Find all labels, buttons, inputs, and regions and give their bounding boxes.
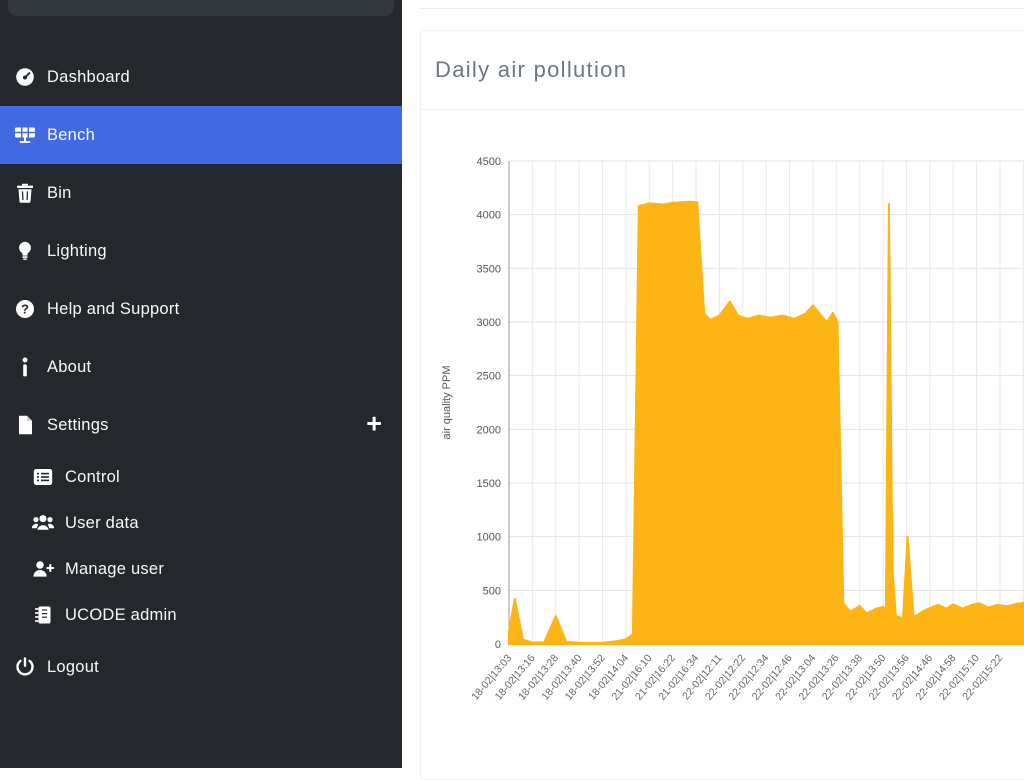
sidebar-item-ucode-admin[interactable]: UCODE admin: [0, 592, 402, 638]
sidebar-item-help[interactable]: ? Help and Support: [0, 280, 402, 338]
sidebar-item-label: Manage user: [65, 560, 164, 579]
gauge-icon: [10, 67, 40, 87]
svg-text:3500: 3500: [477, 263, 501, 275]
sidebar: Dashboard Bench Bin Lighting ? Help and …: [0, 0, 402, 768]
sidebar-item-label: About: [47, 358, 91, 377]
svg-text:0: 0: [495, 639, 501, 651]
svg-text:2500: 2500: [477, 371, 501, 383]
users-icon: [28, 513, 58, 533]
sidebar-item-logout[interactable]: Logout: [0, 638, 402, 696]
sidebar-item-label: Bench: [47, 126, 95, 145]
sidebar-item-label: Control: [65, 468, 120, 487]
svg-text:500: 500: [483, 585, 501, 597]
expand-plus-icon[interactable]: +: [366, 410, 382, 437]
svg-text:2000: 2000: [477, 424, 501, 436]
trash-icon: [10, 183, 40, 203]
sidebar-item-manage-user[interactable]: Manage user: [0, 546, 402, 592]
main-content: Daily air pollution 0 500 1000 1500 2000 2500…: [402, 0, 1024, 768]
sidebar-item-label: User data: [65, 514, 139, 533]
svg-text:3000: 3000: [477, 317, 501, 329]
sidebar-item-bin[interactable]: Bin: [0, 164, 402, 222]
sidebar-item-lighting[interactable]: Lighting: [0, 222, 402, 280]
power-icon: [10, 657, 40, 677]
file-icon: [10, 415, 40, 435]
sidebar-item-label: Bin: [47, 184, 72, 203]
svg-text:1500: 1500: [477, 478, 501, 490]
svg-text:4000: 4000: [477, 210, 501, 222]
svg-text:1000: 1000: [477, 532, 501, 544]
topbar-divider: [420, 0, 1024, 9]
info-icon: [10, 357, 40, 377]
pollution-chart[interactable]: 05001000150020002500300035004000450018-0…: [430, 120, 1024, 768]
sidebar-item-user-data[interactable]: User data: [0, 500, 402, 546]
sidebar-item-control[interactable]: Control: [0, 454, 402, 500]
solar-panel-icon: [10, 125, 40, 145]
sidebar-item-label: Dashboard: [47, 68, 130, 87]
sidebar-item-label: Settings: [47, 416, 109, 435]
sidebar-item-about[interactable]: About: [0, 338, 402, 396]
help-icon: ?: [10, 299, 40, 319]
user-plus-icon: [28, 559, 58, 579]
list-icon: [28, 467, 58, 487]
svg-text:4500: 4500: [477, 156, 501, 168]
sidebar-item-bench[interactable]: Bench: [0, 106, 402, 164]
chip-icon: [28, 605, 58, 625]
page-title: Daily air pollution: [435, 57, 627, 83]
sidebar-item-label: UCODE admin: [65, 606, 177, 625]
brand-header: [8, 0, 394, 16]
sidebar-item-dashboard[interactable]: Dashboard: [0, 48, 402, 106]
sidebar-nav: Dashboard Bench Bin Lighting ? Help and …: [0, 48, 402, 696]
lightbulb-icon: [10, 241, 40, 261]
svg-text:?: ?: [21, 302, 29, 317]
sidebar-item-settings[interactable]: Settings +: [0, 396, 402, 454]
sidebar-item-label: Logout: [47, 658, 99, 677]
sidebar-item-label: Lighting: [47, 242, 107, 261]
chart-card-header: Daily air pollution: [421, 31, 1024, 110]
svg-text:air quality PPM: air quality PPM: [441, 366, 453, 440]
sidebar-item-label: Help and Support: [47, 300, 179, 319]
